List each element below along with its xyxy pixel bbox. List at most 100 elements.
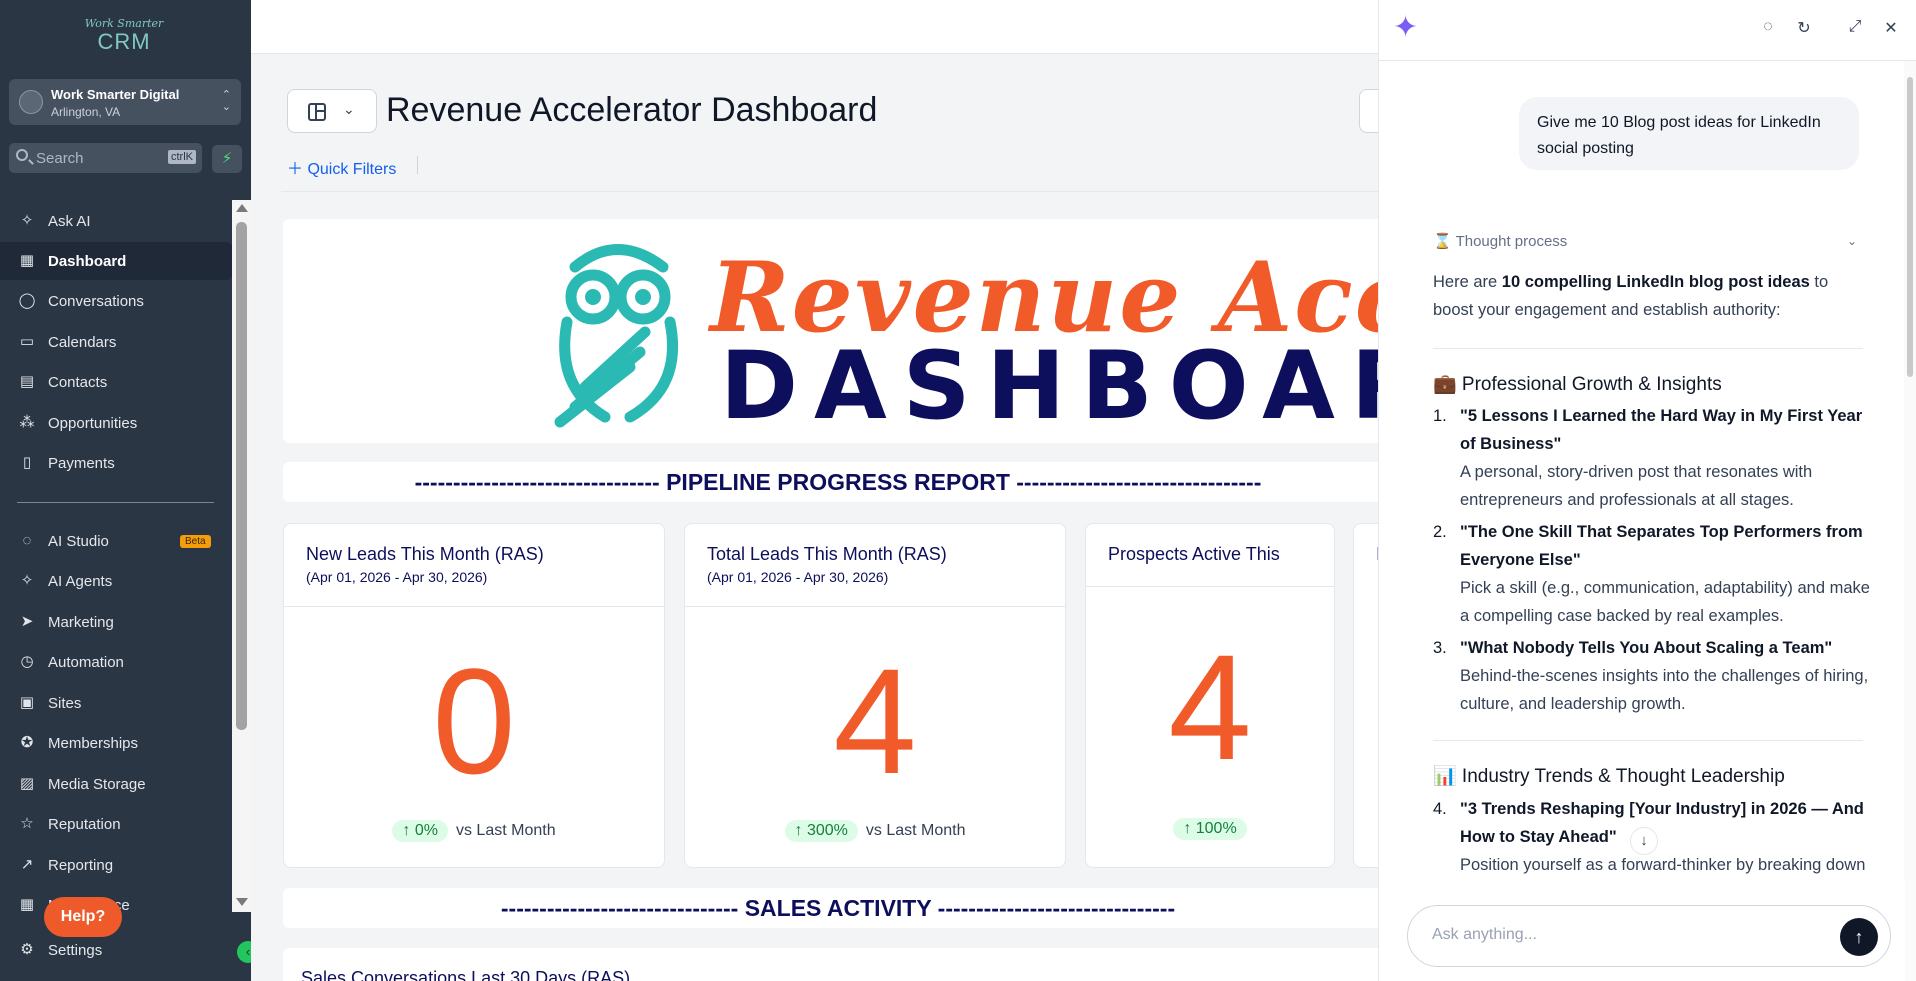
automation-icon: ◷: [20, 653, 34, 670]
sidebar-item-label: Sites: [48, 694, 82, 712]
sidebar-item-contacts[interactable]: ▤ Contacts: [0, 363, 232, 401]
panel-scrollbar[interactable]: [1904, 61, 1916, 981]
chevron-down-icon[interactable]: ⌄: [1847, 234, 1857, 248]
thought-process-toggle[interactable]: ⌛ Thought process: [1433, 232, 1567, 250]
sidebar-scrollbar[interactable]: [232, 200, 251, 912]
sidebar-item-label: Memberships: [48, 734, 139, 752]
change-badge: ↑ 0%: [392, 820, 448, 842]
star-icon: ☆: [20, 815, 34, 832]
filter-divider: [417, 156, 418, 174]
sidebar-item-label: Ask AI: [48, 212, 91, 230]
sidebar-item-ai-agents[interactable]: ✧ AI Agents: [0, 562, 232, 600]
send-icon: ➤: [20, 613, 34, 630]
card-divider: [1086, 586, 1334, 587]
scrollbar-thumb[interactable]: [236, 222, 247, 730]
item-number: 2.: [1433, 523, 1447, 541]
total-leads-card[interactable]: Total Leads This Month (RAS) (Apr 01, 20…: [684, 523, 1066, 868]
sidebar-item-ai-studio[interactable]: ◌ AI Studio Beta: [0, 522, 232, 560]
sales-section-header: ------------------------------- SALES AC…: [283, 888, 1393, 928]
scrollbar-thumb[interactable]: [1907, 77, 1913, 377]
change-badge: ↑ 100%: [1173, 818, 1247, 840]
account-switcher[interactable]: Work Smarter Digital Arlington, VA ⌃ ⌄: [9, 79, 241, 125]
sidebar-item-label: Media Storage: [48, 775, 146, 793]
scroll-to-bottom-button[interactable]: ↓: [1630, 827, 1658, 855]
location-icon: [19, 90, 43, 114]
arrow-up-icon: ↑: [1854, 927, 1864, 947]
trend-icon: ↗: [20, 856, 34, 873]
ask-ai-panel: ✦ ◌ ↻ ⤢ ✕ Give me 10 Blog post ideas for…: [1378, 0, 1916, 981]
sidebar-item-media-storage[interactable]: ▨ Media Storage: [0, 765, 232, 803]
chat-bubble-icon: ◯: [18, 292, 36, 309]
item-description: Behind-the-scenes insights into the chal…: [1460, 667, 1869, 713]
chat-input[interactable]: Ask anything... ↑: [1407, 905, 1891, 967]
sidebar-item-payments[interactable]: ▯ Payments: [0, 444, 232, 482]
banner-subtitle: DASHBOARD: [720, 332, 1393, 441]
sidebar-item-label: AI Agents: [48, 572, 113, 590]
arrow-down-icon: ↓: [1640, 832, 1648, 849]
sidebar-item-settings[interactable]: ⚙ Settings: [0, 931, 232, 969]
gear-icon: ⚙: [20, 941, 34, 958]
expand-icon[interactable]: ⤢: [1845, 18, 1865, 36]
image-icon: ▨: [19, 775, 35, 792]
chevron-updown-icon: ⌃ ⌄: [221, 89, 231, 113]
sidebar-item-label: Payments: [48, 454, 115, 472]
sidebar-item-opportunities[interactable]: ⁂ Opportunities: [0, 404, 232, 442]
sidebar-item-reporting[interactable]: ↗ Reporting: [0, 846, 232, 884]
item-title: "What Nobody Tells You About Scaling a T…: [1460, 639, 1833, 657]
scroll-up-arrow-icon[interactable]: [236, 204, 248, 212]
card-subtitle: (Apr 01, 2026 - Apr 30, 2026): [306, 569, 488, 585]
contacts-icon: ▤: [19, 373, 35, 390]
compare-label: vs Last Month: [865, 822, 966, 839]
grid-icon: ▦: [19, 252, 35, 269]
content-divider: [1433, 348, 1863, 349]
opportunities-icon: ⁂: [19, 414, 35, 431]
sidebar-item-dashboard[interactable]: ▦ Dashboard: [0, 242, 232, 280]
card-divider: [284, 606, 664, 607]
scroll-down-arrow-icon[interactable]: [236, 898, 248, 906]
history-icon[interactable]: ↻: [1794, 18, 1814, 38]
send-button[interactable]: ↑: [1840, 918, 1878, 956]
card-subtitle: (Apr 01, 2026 - Apr 30, 2026): [707, 569, 889, 585]
search-input[interactable]: Search ctrlK: [9, 143, 202, 173]
card-value: 0: [432, 637, 516, 805]
sidebar-item-label: Automation: [48, 653, 124, 671]
sidebar-item-sites[interactable]: ▣ Sites: [0, 684, 232, 722]
layout-switcher-button[interactable]: ⌄: [287, 89, 377, 133]
sales-conversations-card[interactable]: Sales Conversations Last 30 Days (RAS): [283, 948, 1393, 981]
help-button[interactable]: Help?: [44, 897, 122, 937]
sidebar-item-ask-ai[interactable]: ✧ Ask AI: [0, 202, 232, 240]
card-footer: ↑ 100%: [1086, 818, 1334, 840]
header-divider: [281, 191, 1381, 192]
main-content: ⌄ Revenue Accelerator Dashboard ＋ Quick …: [251, 0, 1413, 981]
sidebar-item-marketing[interactable]: ➤ Marketing: [0, 603, 232, 641]
beta-badge: Beta: [180, 534, 211, 548]
app-logo[interactable]: Work Smarter CRM: [84, 18, 164, 58]
item-description: Pick a skill (e.g., communication, adapt…: [1460, 579, 1870, 625]
sidebar-item-memberships[interactable]: ✪ Memberships: [0, 724, 232, 762]
chat-input-placeholder: Ask anything...: [1432, 926, 1537, 943]
owl-logo-icon: [554, 244, 679, 428]
calendar-icon: ▭: [19, 333, 35, 350]
sidebar-item-automation[interactable]: ◷ Automation: [0, 643, 232, 681]
prospects-active-card[interactable]: Prospects Active This 4 ↑ 100%: [1085, 523, 1335, 868]
item-number: 1.: [1433, 407, 1447, 425]
quick-filters-button[interactable]: ＋ Quick Filters: [287, 155, 396, 179]
new-leads-card[interactable]: New Leads This Month (RAS) (Apr 01, 2026…: [283, 523, 665, 868]
close-icon[interactable]: ✕: [1881, 18, 1901, 38]
item-title: "3 Trends Reshaping [Your Industry] in 2…: [1460, 800, 1864, 846]
new-chat-icon[interactable]: ◌: [1758, 18, 1778, 36]
intro-text: Here are: [1433, 273, 1502, 291]
sidebar-item-conversations[interactable]: ◯ Conversations: [0, 282, 232, 320]
compare-label: vs Last Month: [455, 822, 556, 839]
sidebar-item-calendars[interactable]: ▭ Calendars: [0, 323, 232, 361]
pipeline-section-header: -------------------------------- PIPELIN…: [283, 462, 1393, 502]
sparkle-icon: ✧: [20, 212, 34, 229]
section-heading: 💼 Professional Growth & Insights: [1433, 374, 1722, 395]
bolt-icon: ⚡: [221, 150, 233, 167]
section-heading: 📊 Industry Trends & Thought Leadership: [1433, 766, 1785, 787]
search-icon: [16, 149, 28, 161]
quick-action-button[interactable]: ⚡: [212, 145, 242, 173]
card-value: 4: [833, 637, 917, 805]
sidebar-item-reputation[interactable]: ☆ Reputation: [0, 805, 232, 843]
search-placeholder: Search: [36, 150, 84, 167]
